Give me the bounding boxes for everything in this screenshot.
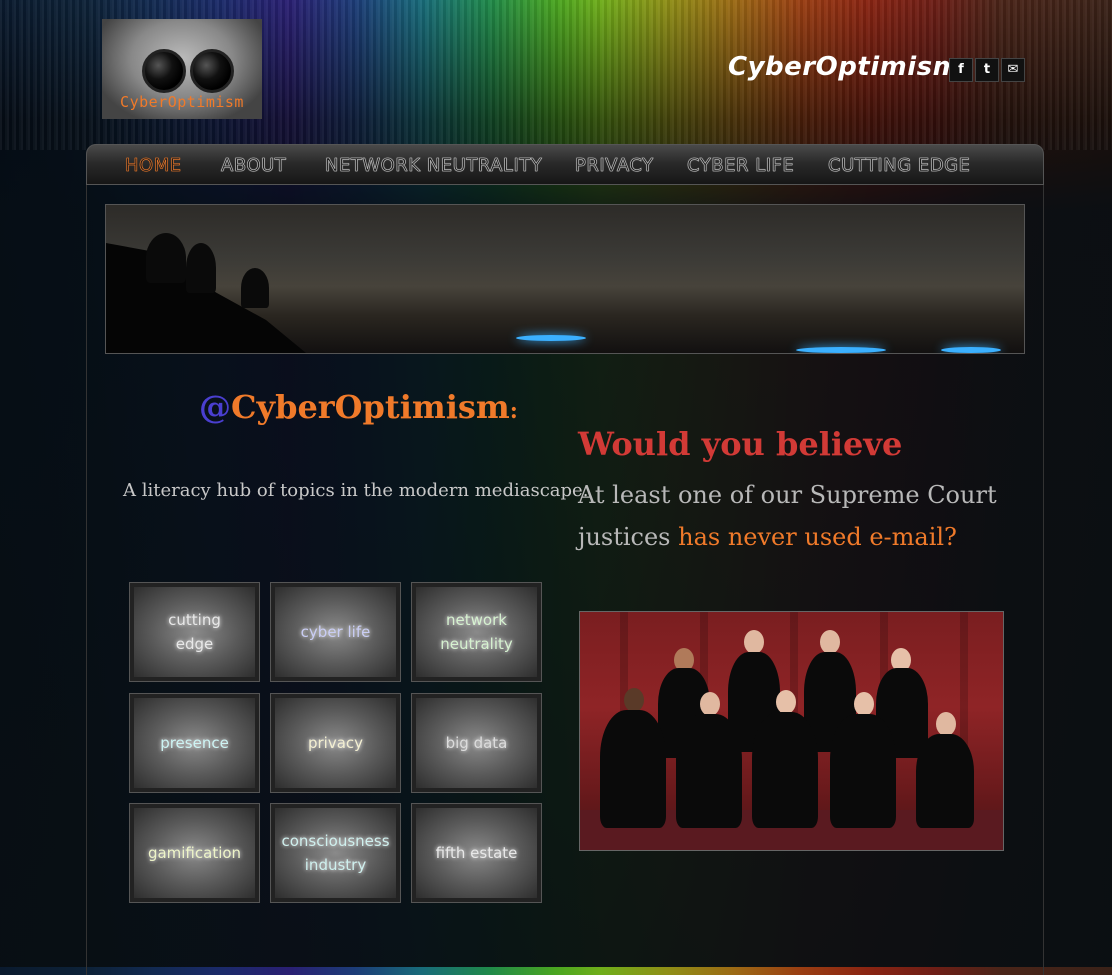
tile-label: big data xyxy=(416,698,537,788)
handle-colon: : xyxy=(509,398,518,424)
justice-robe xyxy=(830,714,896,828)
palm-tree xyxy=(146,233,186,283)
nav-network-neutrality[interactable]: Network Neutrality xyxy=(325,155,542,177)
tile-presence[interactable]: presence xyxy=(129,693,260,793)
nav-cyber-life[interactable]: Cyber Life xyxy=(687,155,794,177)
tile-gamification[interactable]: gamification xyxy=(129,803,260,903)
justice-head xyxy=(744,630,764,654)
tile-consciousness-industry[interactable]: consciousness industry xyxy=(270,803,401,903)
logo-text: CyberOptimism xyxy=(120,93,244,111)
justice-head xyxy=(936,712,956,736)
nav-cutting-edge[interactable]: Cutting Edge xyxy=(828,155,971,177)
nav-home[interactable]: Home xyxy=(125,155,182,177)
bioluminescent-wave xyxy=(796,347,886,353)
tile-fifth-estate[interactable]: fifth estate xyxy=(411,803,542,903)
bioluminescent-wave xyxy=(941,347,1001,353)
goggle-left xyxy=(142,49,186,93)
justice-head xyxy=(820,630,840,654)
email-icon[interactable]: ✉ xyxy=(1001,58,1025,82)
tile-cutting-edge[interactable]: cutting edge xyxy=(129,582,260,682)
handle-at: @ xyxy=(199,388,231,426)
justice-head xyxy=(700,692,720,716)
tile-label: network neutrality xyxy=(416,587,537,677)
nav-privacy[interactable]: Privacy xyxy=(575,155,654,177)
body-text: At least one of our Supreme Court justic… xyxy=(578,474,998,558)
justice-head xyxy=(776,690,796,714)
twitter-handle[interactable]: @CyberOptimism: xyxy=(199,388,518,426)
tile-label: cutting edge xyxy=(134,587,255,677)
tile-big-data[interactable]: big data xyxy=(411,693,542,793)
tile-label: presence xyxy=(134,698,255,788)
facebook-icon[interactable]: f xyxy=(949,58,973,82)
tile-label: consciousness industry xyxy=(275,808,396,898)
site-title[interactable]: CyberOptimism xyxy=(728,52,960,82)
goggle-right xyxy=(190,49,234,93)
site-logo[interactable]: CyberOptimism xyxy=(102,19,262,119)
palm-tree xyxy=(241,268,269,308)
headline: Would you believe xyxy=(578,425,903,463)
banner-image xyxy=(105,204,1025,354)
tile-cyber-life[interactable]: cyber life xyxy=(270,582,401,682)
justice-robe xyxy=(600,710,666,828)
palm-tree xyxy=(186,243,216,293)
supreme-court-photo xyxy=(579,611,1004,851)
tile-label: gamification xyxy=(134,808,255,898)
justice-head xyxy=(854,692,874,716)
tagline: A literacy hub of topics in the modern m… xyxy=(123,480,589,501)
justice-robe xyxy=(916,734,974,828)
tile-label: fifth estate xyxy=(416,808,537,898)
tile-network-neutrality[interactable]: network neutrality xyxy=(411,582,542,682)
justice-robe xyxy=(752,712,818,828)
tile-label: privacy xyxy=(275,698,396,788)
justice-head xyxy=(624,688,644,712)
main-navigation: Home About Network Neutrality Privacy Cy… xyxy=(86,144,1044,185)
tile-label: cyber life xyxy=(275,587,396,677)
nav-about[interactable]: About xyxy=(221,155,286,177)
twitter-icon[interactable]: t xyxy=(975,58,999,82)
bioluminescent-wave xyxy=(516,335,586,341)
handle-name: CyberOptimism xyxy=(231,388,510,426)
justice-robe xyxy=(676,714,742,828)
tile-privacy[interactable]: privacy xyxy=(270,693,401,793)
body-highlight: has never used e-mail? xyxy=(678,523,957,551)
